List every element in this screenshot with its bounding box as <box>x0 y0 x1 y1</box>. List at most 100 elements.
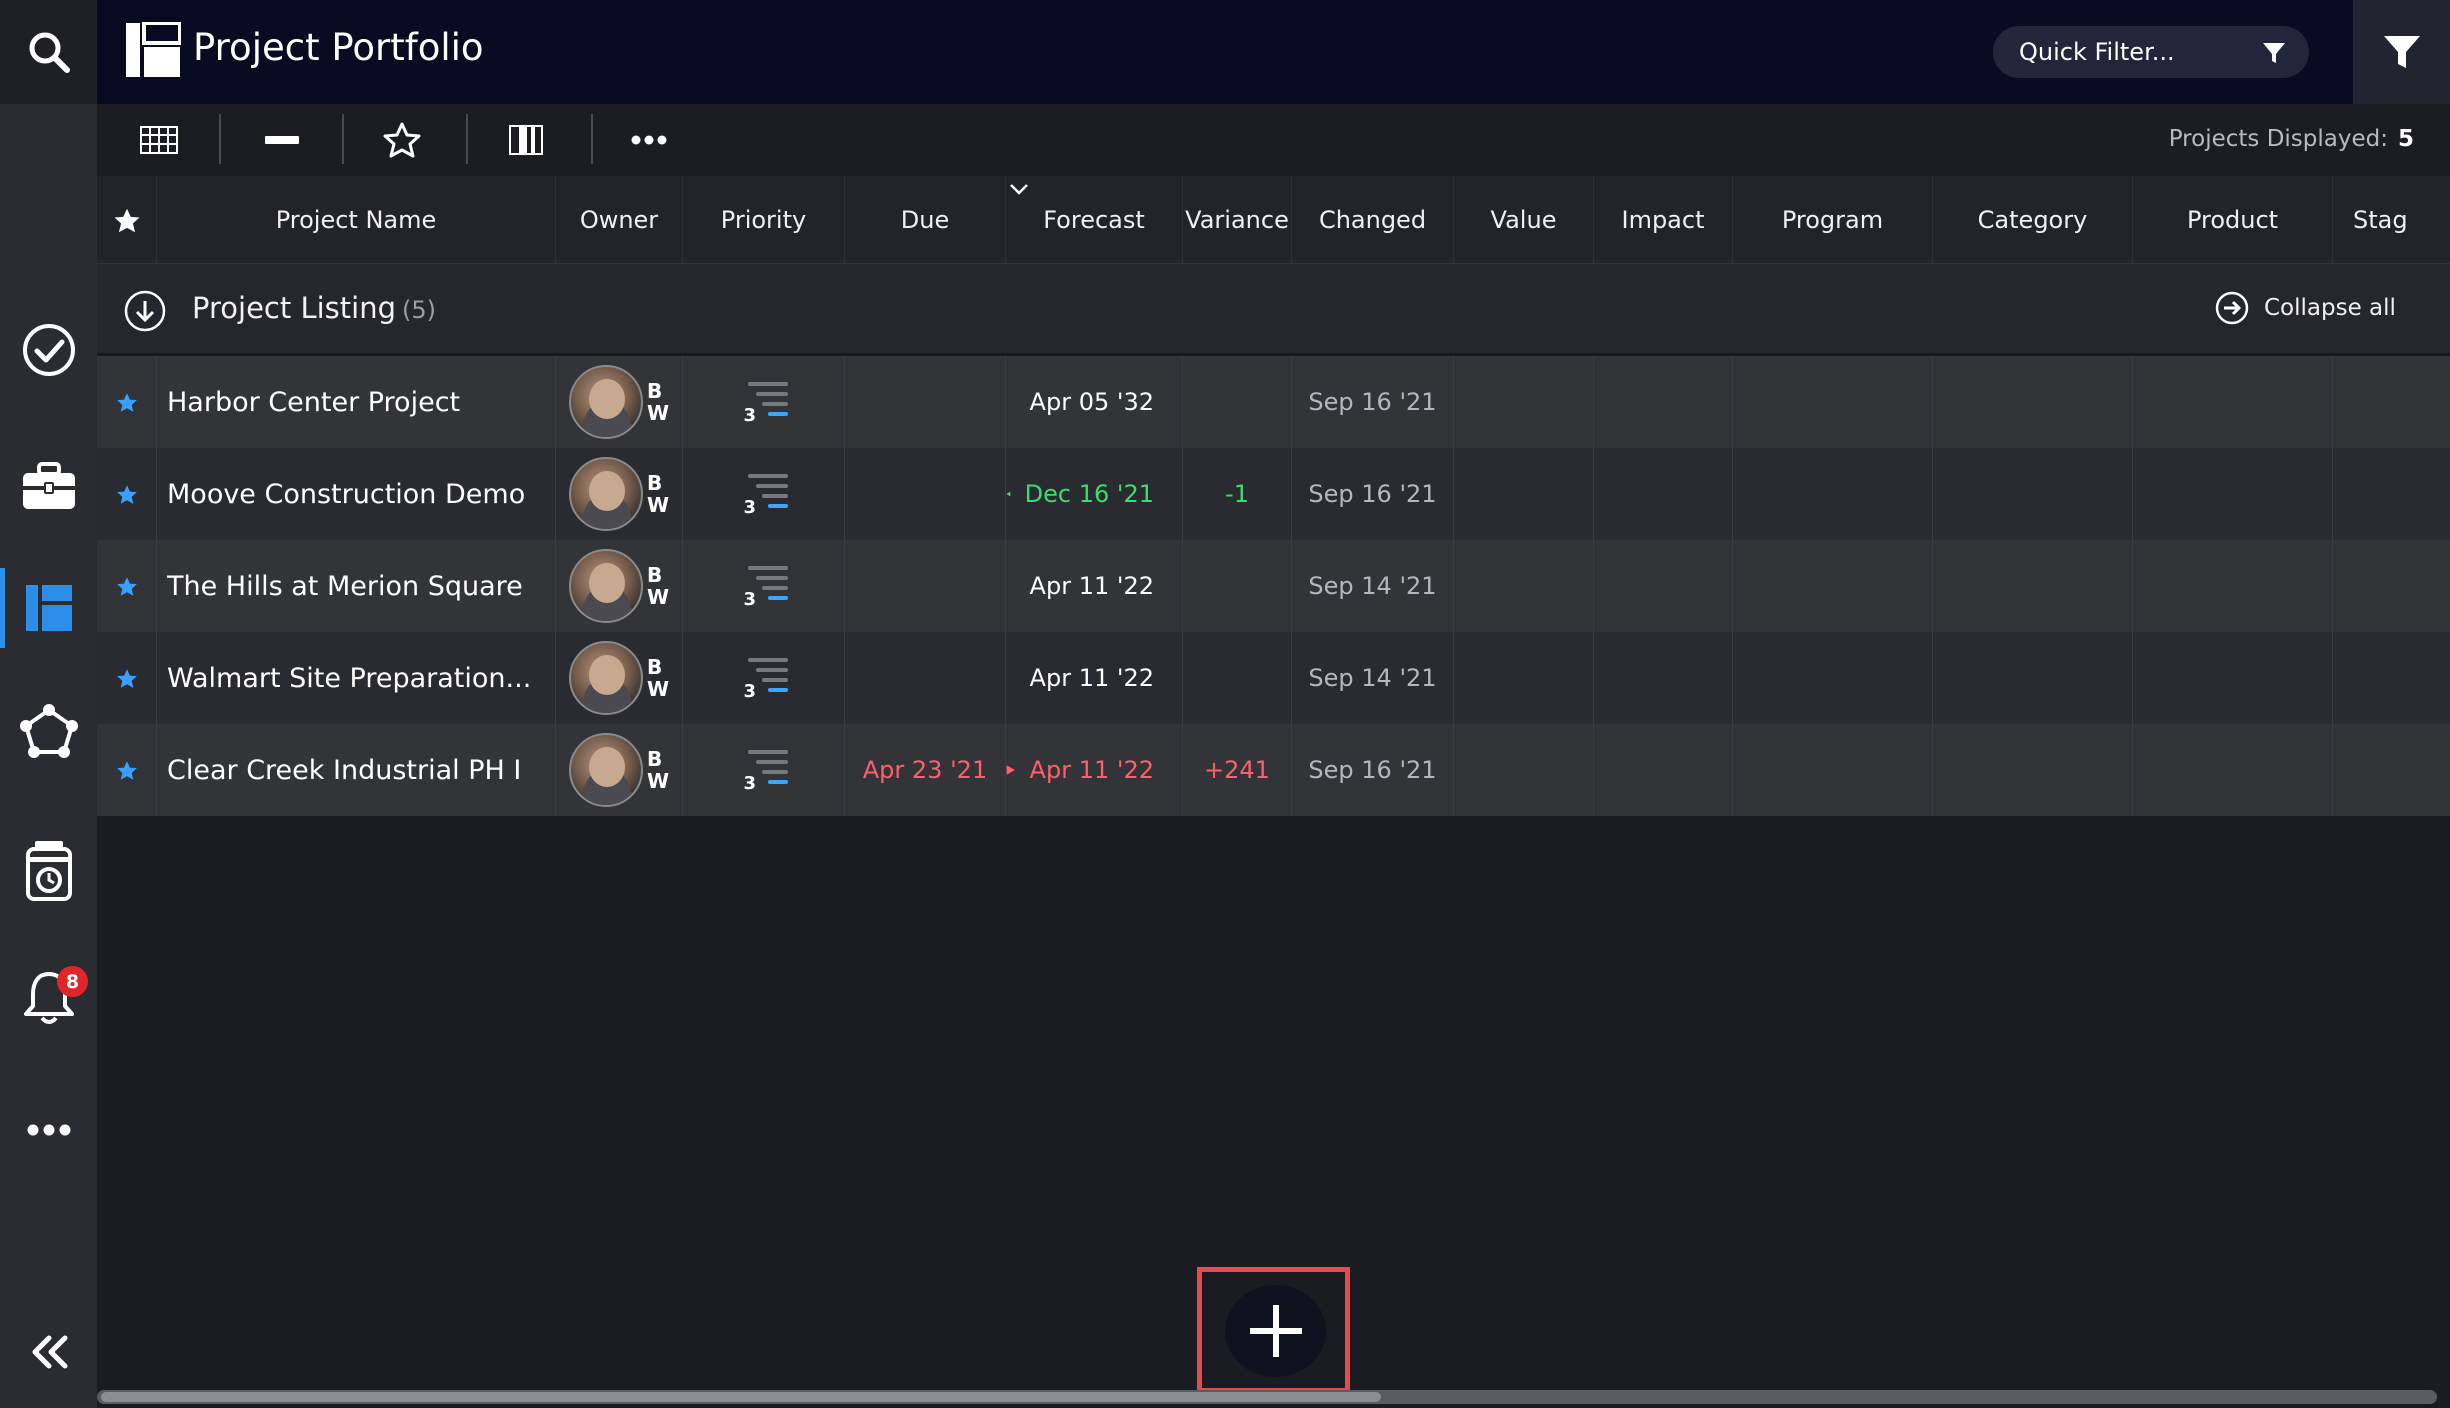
category-cell <box>1933 724 2133 816</box>
favorite-toggle[interactable] <box>97 448 157 540</box>
favorite-toggle[interactable] <box>97 632 157 724</box>
column-header-forecast[interactable]: Forecast <box>1006 176 1183 264</box>
priority-bar <box>747 658 788 662</box>
sidebar-item-timesheet[interactable] <box>0 822 97 918</box>
collapse-sidebar-button[interactable] <box>30 1332 70 1372</box>
owner-initial-last: W <box>646 401 670 425</box>
priority-cell[interactable]: 3 <box>683 540 845 632</box>
priority-value: 3 <box>743 681 757 702</box>
owner-cell[interactable]: BW <box>556 356 683 448</box>
value-cell <box>1454 448 1594 540</box>
sidebar-item-tasks[interactable] <box>0 302 97 398</box>
more-options-button[interactable] <box>617 116 681 164</box>
column-header-stage[interactable]: Stag <box>2333 176 2450 264</box>
due-date <box>845 540 1006 632</box>
favorite-toggle[interactable] <box>97 724 157 816</box>
impact-cell <box>1594 724 1733 816</box>
quick-filter-input[interactable]: Quick Filter... <box>1993 26 2309 78</box>
horizontal-scrollbar[interactable] <box>97 1390 2437 1404</box>
product-cell <box>2133 540 2333 632</box>
column-header-impact[interactable]: Impact <box>1594 176 1733 264</box>
global-search-button[interactable] <box>0 0 97 104</box>
owner-initials: BW <box>647 380 669 424</box>
priority-bar <box>761 770 788 774</box>
favorite-toggle[interactable] <box>97 356 157 448</box>
project-name[interactable]: Walmart Site Preparation... <box>157 632 556 724</box>
owner-initials: BW <box>647 656 669 700</box>
table-row[interactable]: Moove Construction Demo BW 3 Dec 16 '21 … <box>97 448 2450 540</box>
left-sidebar: 8 <box>0 0 97 1408</box>
priority-bar <box>755 668 788 672</box>
toolbar-separator <box>466 114 468 164</box>
column-header-due[interactable]: Due <box>845 176 1006 264</box>
priority-cell[interactable]: 3 <box>683 632 845 724</box>
grid-icon <box>140 126 178 154</box>
table-row[interactable]: Walmart Site Preparation... BW 3 Apr 11 … <box>97 632 2450 724</box>
due-date: Apr 23 '21 <box>845 724 1006 816</box>
owner-cell[interactable]: BW <box>556 448 683 540</box>
priority-value: 3 <box>743 497 757 518</box>
table-row[interactable]: The Hills at Merion Square BW 3 Apr 11 '… <box>97 540 2450 632</box>
priority-value: 3 <box>743 405 757 426</box>
table-row[interactable]: Harbor Center Project BW 3 Apr 05 '32 Se… <box>97 356 2450 448</box>
priority-bar <box>747 382 788 386</box>
owner-cell[interactable]: BW <box>556 724 683 816</box>
sidebar-item-network[interactable] <box>0 684 97 780</box>
due-date <box>845 356 1006 448</box>
owner-initial-first: B <box>646 655 663 679</box>
project-name[interactable]: Clear Creek Industrial PH I <box>157 724 556 816</box>
sidebar-item-portfolio[interactable] <box>0 560 97 656</box>
column-header-owner[interactable]: Owner <box>556 176 683 264</box>
priority-bar-active <box>767 504 788 508</box>
add-project-button[interactable] <box>1225 1285 1326 1377</box>
priority-indicator-icon: 3 <box>740 746 788 794</box>
forecast-cell: Apr 11 '22 <box>1006 540 1183 632</box>
collapse-rows-button[interactable] <box>250 116 314 164</box>
advanced-filter-button[interactable] <box>2353 0 2450 104</box>
project-name[interactable]: Harbor Center Project <box>157 356 556 448</box>
impact-cell <box>1594 448 1733 540</box>
owner-cell[interactable]: BW <box>556 540 683 632</box>
scrollbar-thumb[interactable] <box>101 1392 1381 1402</box>
category-cell <box>1933 448 2133 540</box>
column-header-value[interactable]: Value <box>1454 176 1594 264</box>
table-row[interactable]: Clear Creek Industrial PH I BW 3 Apr 23 … <box>97 724 2450 816</box>
column-header-variance[interactable]: Variance <box>1183 176 1292 264</box>
sidebar-item-more[interactable] <box>0 1082 97 1178</box>
column-header-changed[interactable]: Changed <box>1292 176 1454 264</box>
column-header-category[interactable]: Category <box>1933 176 2133 264</box>
category-cell <box>1933 632 2133 724</box>
owner-cell[interactable]: BW <box>556 632 683 724</box>
arrow-circle-right-icon <box>2215 291 2249 325</box>
priority-cell[interactable]: 3 <box>683 356 845 448</box>
program-cell <box>1733 632 1933 724</box>
priority-cell[interactable]: 3 <box>683 724 845 816</box>
minus-icon <box>265 136 299 144</box>
priority-cell[interactable]: 3 <box>683 448 845 540</box>
value-cell <box>1454 724 1594 816</box>
product-cell <box>2133 632 2333 724</box>
column-header-project-name[interactable]: Project Name <box>157 176 556 264</box>
favorites-filter-button[interactable] <box>370 116 434 164</box>
columns-button[interactable] <box>494 116 558 164</box>
priority-bar-active <box>767 596 788 600</box>
project-name[interactable]: The Hills at Merion Square <box>157 540 556 632</box>
priority-bar <box>747 566 788 570</box>
column-header-priority[interactable]: Priority <box>683 176 845 264</box>
grid-view-button[interactable] <box>127 116 191 164</box>
favorite-column-header[interactable] <box>97 176 157 264</box>
column-header-product[interactable]: Product <box>2133 176 2333 264</box>
changed-date: Sep 14 '21 <box>1292 632 1454 724</box>
column-header-program[interactable]: Program <box>1733 176 1933 264</box>
priority-bar-active <box>767 688 788 692</box>
avatar <box>568 733 643 807</box>
sidebar-item-projects[interactable] <box>0 438 97 534</box>
group-title: Project Listing (5) <box>192 291 436 325</box>
favorite-toggle[interactable] <box>97 540 157 632</box>
sidebar-item-notifications[interactable]: 8 <box>0 950 97 1046</box>
project-name[interactable]: Moove Construction Demo <box>157 448 556 540</box>
priority-bar-active <box>767 412 788 416</box>
variance-value <box>1183 356 1292 448</box>
group-toggle-icon[interactable] <box>123 289 167 333</box>
collapse-all-button[interactable]: Collapse all <box>2214 290 2396 326</box>
